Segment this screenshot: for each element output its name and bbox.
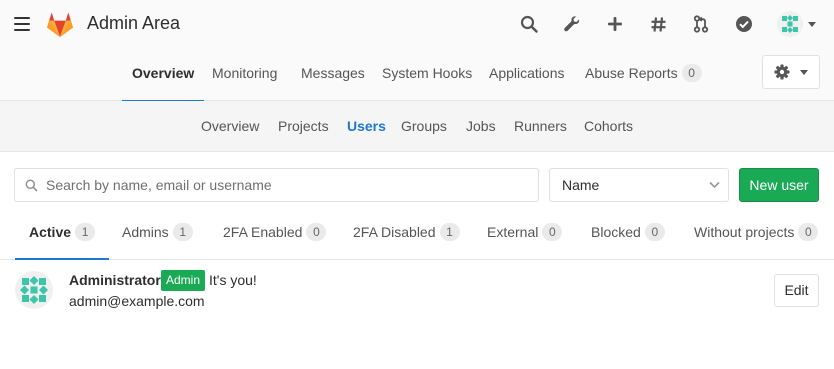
admin-nav-messages[interactable]: Messages (301, 49, 365, 101)
admin-nav-monitoring[interactable]: Monitoring (212, 49, 277, 101)
tab-2fa-enabled[interactable]: 2FA Enabled 0 (223, 210, 327, 259)
count-badge: 0 (798, 223, 819, 241)
sort-select[interactable]: Name (549, 168, 729, 202)
count-badge: 1 (172, 223, 193, 241)
tab-blocked[interactable]: Blocked 0 (591, 210, 665, 259)
section-nav-groups[interactable]: Groups (401, 101, 447, 151)
count-badge: 1 (439, 223, 460, 241)
section-nav-cohorts[interactable]: Cohorts (584, 101, 633, 151)
tab-label: Active (29, 224, 72, 240)
tab-active[interactable]: Active 1 (14, 210, 110, 260)
app-title[interactable]: Admin Area (87, 13, 180, 34)
count-badge: 1 (75, 223, 96, 241)
user-list-item: Administrator Admin It's you! admin@exam… (0, 261, 834, 321)
admin-badge: Admin (161, 270, 206, 291)
hamburger-menu-icon[interactable] (14, 17, 30, 31)
user-search-box[interactable] (14, 168, 539, 202)
wrench-icon[interactable] (562, 14, 582, 34)
section-nav: Overview Projects Users Groups Jobs Runn… (0, 101, 834, 152)
sort-select-value: Name (562, 177, 600, 193)
admin-nav-applications[interactable]: Applications (489, 49, 565, 101)
gear-icon (774, 64, 790, 80)
merge-request-icon[interactable] (691, 14, 711, 34)
tab-external[interactable]: External 0 (487, 210, 563, 259)
admin-nav-system-hooks[interactable]: System Hooks (382, 49, 472, 101)
count-badge: 0 (542, 223, 563, 241)
edit-user-button[interactable]: Edit (774, 274, 819, 307)
chevron-down-icon (808, 21, 816, 27)
section-nav-runners[interactable]: Runners (514, 101, 567, 151)
user-avatar-dropdown[interactable] (777, 11, 821, 37)
chevron-down-icon (709, 181, 720, 189)
top-header: Admin Area Overview Monitoring Messages … (0, 0, 834, 102)
gitlab-logo-icon[interactable] (44, 8, 76, 40)
user-filter-tabs: Active 1 Admins 1 2FA Enabled 0 2FA Disable… (0, 210, 834, 260)
avatar[interactable] (15, 271, 53, 309)
admin-nav-overview[interactable]: Overview (121, 49, 205, 102)
its-you-label: It's you! (209, 272, 257, 288)
new-user-button[interactable]: New user (739, 168, 819, 202)
admin-nav-abuse-reports[interactable]: Abuse Reports 0 (585, 49, 702, 101)
abuse-reports-count-badge: 0 (681, 64, 702, 82)
tab-2fa-disabled[interactable]: 2FA Disabled 1 (353, 210, 460, 259)
section-nav-projects[interactable]: Projects (278, 101, 329, 151)
tab-label: 2FA Enabled (223, 224, 303, 240)
chevron-down-icon (800, 69, 808, 75)
count-badge: 0 (644, 223, 665, 241)
tab-without-projects[interactable]: Without projects 0 (694, 210, 819, 259)
settings-dropdown-button[interactable] (762, 55, 820, 89)
section-nav-jobs[interactable]: Jobs (466, 101, 496, 151)
tab-label: Admins (122, 224, 169, 240)
search-icon (25, 179, 38, 192)
user-email: admin@example.com (69, 293, 205, 309)
search-input[interactable] (46, 169, 526, 201)
tab-label: Without projects (694, 224, 795, 240)
count-badge: 0 (306, 223, 327, 241)
plus-icon[interactable] (605, 14, 625, 34)
user-name-link[interactable]: Administrator (69, 272, 161, 288)
tab-label: External (487, 224, 539, 240)
search-icon[interactable] (519, 14, 539, 34)
tab-label: 2FA Disabled (353, 224, 436, 240)
todo-check-icon[interactable] (734, 14, 754, 34)
tab-label: Blocked (591, 224, 641, 240)
avatar (777, 11, 803, 37)
section-nav-users[interactable]: Users (347, 101, 386, 151)
admin-nav-abuse-reports-label: Abuse Reports (585, 65, 678, 81)
section-nav-overview[interactable]: Overview (201, 101, 259, 151)
tab-admins[interactable]: Admins 1 (122, 210, 193, 259)
hash-icon[interactable] (648, 14, 668, 34)
